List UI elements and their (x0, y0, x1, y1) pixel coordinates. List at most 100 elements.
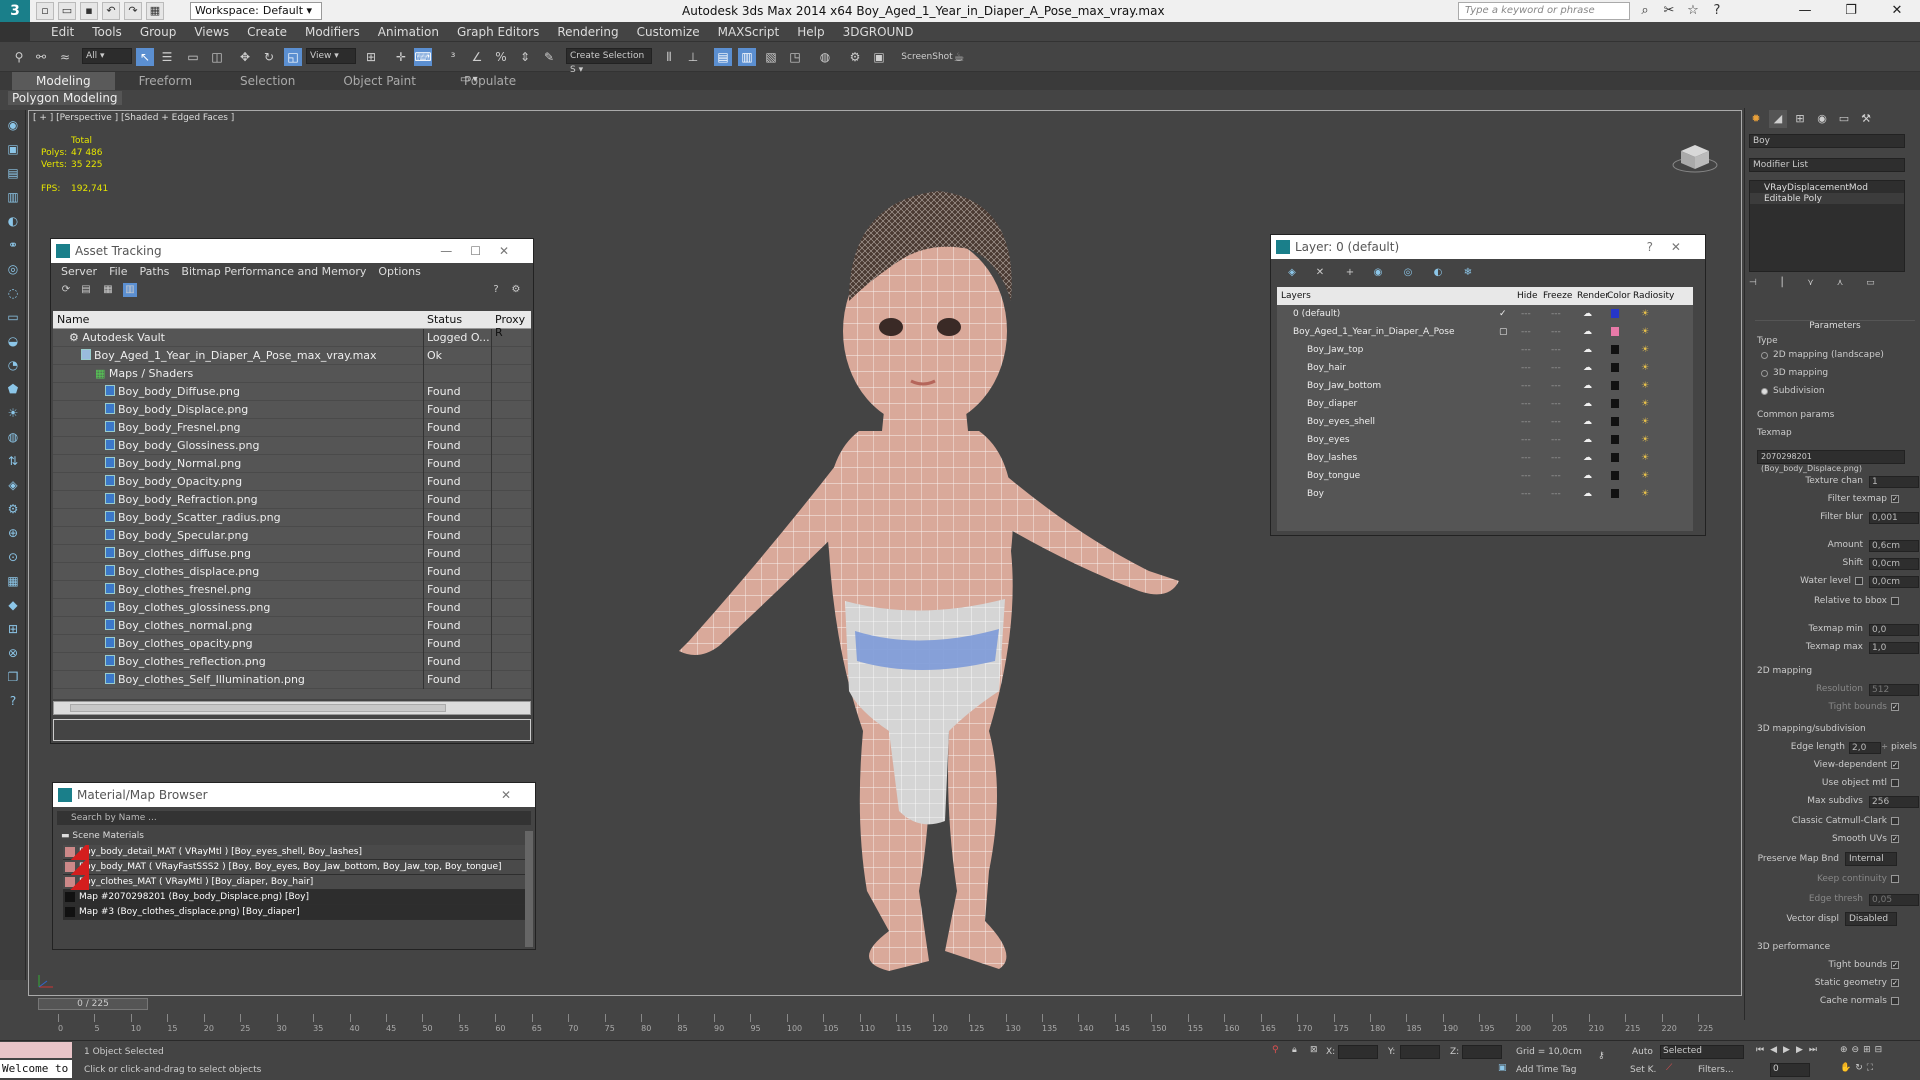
isolate-selection-icon[interactable]: ⚲ (1272, 1045, 1279, 1055)
list-item[interactable]: Boy_body_MAT ( VRayFastSSS2 ) [Boy, Boy_… (63, 860, 527, 875)
table-row[interactable]: ⚙ Autodesk Vault Logged O... (53, 329, 531, 347)
scene-materials-section[interactable]: ▬ Scene Materials (61, 831, 529, 843)
freeze-toggle[interactable]: --- (1551, 327, 1561, 337)
menu-customize[interactable]: Customize (628, 24, 709, 40)
auto-key-button[interactable]: Auto (1632, 1047, 1653, 1057)
unlink-icon[interactable]: ⚯ (32, 48, 50, 66)
layer-manager-titlebar[interactable]: Layer: 0 (default) ?✕ (1271, 235, 1705, 259)
help-search-input[interactable]: Type a keyword or phrase (1458, 2, 1630, 20)
layer-row[interactable]: Boy_lashes --- --- ☁ ☀ (1277, 449, 1693, 467)
table-row[interactable]: Boy_body_Refraction.png Found (53, 491, 531, 509)
selection-lock-icon[interactable]: 🔒︎ (1292, 1045, 1297, 1055)
layer-row[interactable]: Boy_eyes --- --- ☁ ☀ (1277, 431, 1693, 449)
radiosity-icon[interactable]: ☀ (1641, 327, 1649, 337)
key-icon[interactable]: ⚷ (1598, 1051, 1605, 1061)
menu-maxscript[interactable]: MAXScript (709, 24, 789, 40)
named-selection-sets-dropdown[interactable]: Create Selection S ▾ (566, 48, 652, 75)
layer-row[interactable]: 0 (default) --- --- ☁ ☀ ✓ (1277, 305, 1693, 323)
layer-row[interactable]: Boy_diaper --- --- ☁ ☀ (1277, 395, 1693, 413)
cache-normals-checkbox[interactable] (1891, 997, 1899, 1005)
render-teapot-icon[interactable]: ☁ (1583, 399, 1592, 409)
tree-view-icon[interactable]: ▥ (123, 283, 137, 297)
project-folder-icon[interactable]: ▦ (146, 2, 164, 20)
table-row[interactable]: Boy_body_Opacity.png Found (53, 473, 531, 491)
open-file-icon[interactable]: ▭ (58, 2, 76, 20)
layer-row[interactable]: Boy --- --- ☁ ☀ (1277, 485, 1693, 503)
column-name[interactable]: Name (57, 313, 89, 326)
display-tab-icon[interactable]: ▭ (1835, 110, 1853, 128)
select-manipulate-icon[interactable]: ✛ (392, 48, 410, 66)
z-coordinate-field[interactable] (1462, 1045, 1502, 1059)
column-layers[interactable]: Layers (1281, 291, 1311, 301)
render-teapot-icon[interactable]: ☁ (1583, 363, 1592, 373)
hide-toggle[interactable]: --- (1521, 327, 1531, 337)
tight-bounds-checkbox[interactable]: ✓ (1891, 703, 1899, 711)
layer-color-swatch[interactable] (1611, 471, 1619, 480)
create-tab-icon[interactable]: ✹ (1747, 110, 1765, 128)
table-row[interactable]: Boy_clothes_reflection.png Found (53, 653, 531, 671)
freeze-toggle[interactable]: --- (1551, 489, 1561, 499)
freeze-toggle[interactable]: --- (1551, 345, 1561, 355)
list-item[interactable]: Map #3 (Boy_clothes_displace.png) [Boy_d… (63, 905, 527, 920)
select-and-rotate-icon[interactable]: ↻ (260, 48, 278, 66)
asset-menu-paths[interactable]: Paths (134, 263, 176, 281)
layer-color-swatch[interactable] (1611, 417, 1619, 426)
radiosity-icon[interactable]: ☀ (1641, 471, 1649, 481)
render-teapot-icon[interactable]: ☁ (1583, 471, 1592, 481)
left-tool-10-icon[interactable]: ◒ (4, 332, 22, 350)
material-browser-titlebar[interactable]: Material/Map Browser ✕ (53, 783, 535, 807)
smooth-uvs-checkbox[interactable]: ✓ (1891, 835, 1899, 843)
hide-toggle[interactable]: --- (1521, 435, 1531, 445)
viewcube-icon[interactable] (1671, 139, 1719, 175)
table-row[interactable]: Boy_body_Specular.png Found (53, 527, 531, 545)
amount-spinner[interactable]: 0,6cm (1869, 540, 1920, 552)
freeze-toggle[interactable]: --- (1551, 435, 1561, 445)
hide-all-layers-icon[interactable]: ◐ (1431, 266, 1445, 280)
render-teapot-icon[interactable]: ☁ (1583, 453, 1592, 463)
spinner-snap-icon[interactable]: ⇕ (516, 48, 534, 66)
freeze-toggle[interactable]: --- (1551, 453, 1561, 463)
freeze-toggle[interactable]: --- (1551, 471, 1561, 481)
ribbon-subtab[interactable]: Polygon Modeling (8, 91, 122, 105)
list-view-icon[interactable]: ▤ (79, 283, 93, 297)
radiosity-icon[interactable]: ☀ (1641, 309, 1649, 319)
column-freeze[interactable]: Freeze (1543, 291, 1572, 301)
baby-3d-model[interactable] (649, 131, 1209, 991)
resolution-spinner[interactable]: 512 (1869, 684, 1920, 696)
reference-coordinate-dropdown[interactable]: View ▾ (306, 48, 356, 64)
hide-toggle[interactable]: --- (1521, 381, 1531, 391)
texture-chan-spinner[interactable]: 1 (1869, 476, 1920, 488)
table-row[interactable]: Boy_clothes_normal.png Found (53, 617, 531, 635)
maxscript-welcome[interactable]: Welcome to (0, 1060, 72, 1078)
render-teapot-icon[interactable]: ☁ (1583, 327, 1592, 337)
select-by-name-icon[interactable]: ☰ (158, 48, 176, 66)
table-row[interactable]: Boy_Aged_1_Year_in_Diaper_A_Pose_max_vra… (53, 347, 531, 365)
menu-tools[interactable]: Tools (83, 24, 131, 40)
bind-space-warp-icon[interactable]: ≈ (56, 48, 74, 66)
table-row[interactable]: Boy_body_Normal.png Found (53, 455, 531, 473)
left-tool-25-icon[interactable]: ? (4, 692, 22, 710)
select-objects-icon[interactable]: ◉ (1371, 266, 1385, 280)
ribbon-tab-modeling[interactable]: Modeling (12, 72, 115, 90)
list-item[interactable]: Boy_body_detail_MAT ( VRayMtl ) [Boy_eye… (63, 845, 527, 860)
filter-blur-spinner[interactable]: 0,001 (1869, 512, 1920, 524)
playback-controls[interactable]: ⏮◀▶▶⏭ (1756, 1045, 1823, 1055)
hide-toggle[interactable]: --- (1521, 363, 1531, 373)
current-frame-field[interactable]: 0 (1770, 1063, 1810, 1077)
left-tool-13-icon[interactable]: ☀ (4, 404, 22, 422)
render-frame-icon[interactable]: ▣ (870, 48, 888, 66)
list-item[interactable]: Map #2070298201 (Boy_body_Displace.png) … (63, 890, 527, 905)
minimize-icon[interactable]: — (1782, 0, 1828, 22)
radiosity-icon[interactable]: ☀ (1641, 453, 1649, 463)
hide-toggle[interactable]: --- (1521, 309, 1531, 319)
freeze-all-layers-icon[interactable]: ❄ (1461, 266, 1475, 280)
stack-item-vray-displacement[interactable]: VRayDisplacementMod (1750, 181, 1904, 193)
left-tool-15-icon[interactable]: ⇅ (4, 452, 22, 470)
keep-continuity-checkbox[interactable] (1891, 875, 1899, 883)
y-coordinate-field[interactable] (1400, 1045, 1440, 1059)
mirror-icon[interactable]: ⫴ (660, 48, 678, 66)
teapot-icon[interactable]: ☕ (950, 48, 968, 66)
freeze-toggle[interactable]: --- (1551, 309, 1561, 319)
render-teapot-icon[interactable]: ☁ (1583, 309, 1592, 319)
left-tool-12-icon[interactable]: ⬟ (4, 380, 22, 398)
